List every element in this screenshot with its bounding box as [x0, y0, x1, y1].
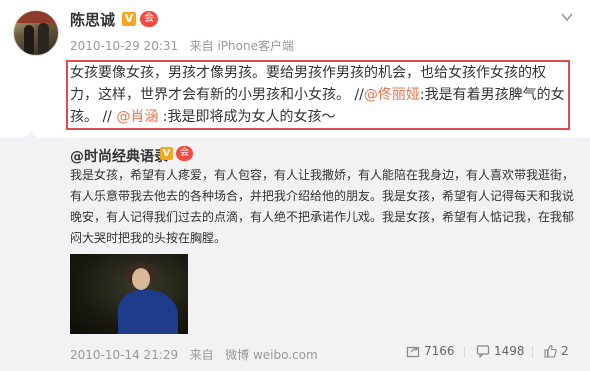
share-count: 7166 — [424, 344, 455, 358]
repost-meta: 2010-10-14 21:29 来自 微博 weibo.com — [70, 346, 318, 363]
like-count: 2 — [561, 344, 569, 358]
post-text-part3: :我是即将成为女人的女孩～ — [158, 109, 336, 125]
post-meta: 2010-10-29 20:31 来自 iPhone客户端 — [70, 37, 294, 54]
share-icon — [406, 346, 420, 358]
repost-card: @时尚经典语录 V 会 我是女孩，希望有人疼爱，有人包容，有人让我撒娇，有人能陪… — [0, 131, 590, 371]
post-source[interactable]: iPhone客户端 — [217, 39, 294, 53]
repost-text: 我是女孩，希望有人疼爱，有人包容，有人让我撒娇，有人能陪在我身边，有人喜欢带我逛… — [70, 168, 575, 245]
divider — [464, 346, 465, 358]
photo-face — [132, 268, 150, 290]
member-badge-icon[interactable]: 会 — [176, 146, 193, 161]
divider — [532, 346, 533, 358]
post-username[interactable]: 陈思诚 — [70, 9, 115, 30]
comment-button[interactable]: 1498 — [476, 344, 525, 359]
member-badge-icon[interactable]: 会 — [140, 11, 158, 27]
avatar[interactable] — [13, 10, 59, 56]
share-button[interactable]: 7166 — [406, 344, 455, 358]
photo-dress — [118, 290, 178, 334]
repost-source-gap2 — [217, 348, 221, 362]
repost-timestamp[interactable]: 2010-10-14 21:29 — [70, 348, 178, 362]
mention-link[interactable]: @佟丽娅 — [364, 87, 420, 103]
repost-notch — [24, 131, 38, 138]
avatar-figure — [38, 23, 49, 55]
chevron-down-icon[interactable] — [560, 10, 574, 24]
post-timestamp[interactable]: 2010-10-29 20:31 — [70, 39, 178, 53]
verified-badge-icon[interactable]: V — [160, 147, 173, 160]
avatar-figure — [24, 25, 34, 55]
repost-username[interactable]: @时尚经典语录 — [70, 146, 168, 166]
verified-badge-icon[interactable]: V — [122, 12, 136, 26]
repost-source-prefix: 来自 — [189, 348, 214, 362]
post-source-prefix — [182, 39, 186, 53]
thumbs-up-icon — [544, 344, 557, 358]
post-source-prefix-text: 来自 — [189, 39, 214, 53]
like-button[interactable]: 2 — [543, 344, 569, 358]
repost-photo[interactable] — [70, 254, 188, 334]
comment-icon — [476, 345, 490, 359]
comment-count: 1498 — [494, 344, 525, 358]
repost-source-gap — [182, 348, 186, 362]
repost-source[interactable]: 微博 weibo.com — [225, 348, 318, 362]
post-text: 女孩要像女孩，男孩才像男孩。要给男孩作男孩的机会，也给女孩作女孩的权力，这样，世… — [70, 62, 570, 128]
avatar-background — [14, 11, 58, 23]
mention-link[interactable]: @肖涵 — [116, 109, 158, 125]
